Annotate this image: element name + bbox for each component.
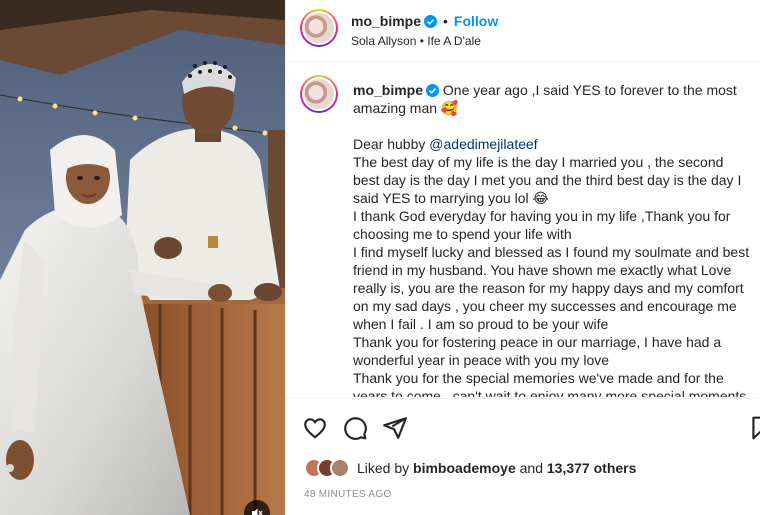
author-username[interactable]: mo_bimpe [351, 13, 421, 29]
share-icon[interactable] [382, 415, 408, 441]
caption-greeting: Dear hubby @adedimejilateef [353, 135, 753, 153]
liked-by-label: Liked by [357, 460, 414, 476]
bookmark-icon[interactable] [748, 415, 760, 441]
post-media[interactable] [0, 0, 285, 515]
likes-and: and [515, 460, 547, 476]
caption-line: Thank you for the special memories we've… [353, 370, 747, 397]
post-header: mo_bimpe • Follow Sola Allyson • Ife A D'a… [286, 0, 760, 62]
post-timestamp[interactable]: 48 MINUTES AGO [304, 489, 392, 500]
caption-line: Thank you for fostering peace in our mar… [353, 334, 722, 368]
likes-others[interactable]: 13,377 others [547, 460, 637, 476]
caption-line: I thank God everyday for having you in m… [353, 208, 731, 242]
post-photo [0, 0, 285, 515]
author-line: mo_bimpe • Follow [351, 13, 498, 31]
comment-icon[interactable] [342, 415, 368, 441]
caption-greeting-text: Dear hubby [353, 136, 430, 152]
caption-line: The best day of my life is the day I mar… [353, 154, 742, 206]
liker-avatar[interactable] [330, 458, 350, 478]
separator-dot: • [443, 13, 448, 29]
author-avatar[interactable] [300, 9, 338, 47]
speaker-muted-icon [252, 508, 263, 515]
post-actions: Liked by bimboademoye and 13,377 others … [286, 398, 760, 515]
heart-icon[interactable] [302, 415, 328, 441]
caption-line: I find myself lucky and blessed as I fou… [353, 244, 750, 332]
follow-button[interactable]: Follow [454, 13, 498, 29]
likes-summary: Liked by bimboademoye and 13,377 others [304, 457, 636, 479]
caption-area: mo_bimpe One year ago ,I said YES to for… [286, 63, 760, 397]
likes-text: Liked by bimboademoye and 13,377 others [357, 460, 636, 476]
verified-badge-icon [424, 15, 438, 28]
caption-author-username[interactable]: mo_bimpe [353, 82, 423, 98]
verified-badge-icon [426, 84, 440, 97]
post-side-panel: mo_bimpe • Follow Sola Allyson • Ife A D'a… [285, 0, 760, 515]
liked-by-user[interactable]: bimboademoye [413, 460, 516, 476]
audio-attribution[interactable]: Sola Allyson • Ife A D'ale [351, 34, 481, 48]
caption-author-avatar[interactable] [300, 75, 338, 113]
mention-link[interactable]: @adedimejilateef [429, 136, 537, 152]
post-caption: mo_bimpe One year ago ,I said YES to for… [353, 81, 753, 397]
